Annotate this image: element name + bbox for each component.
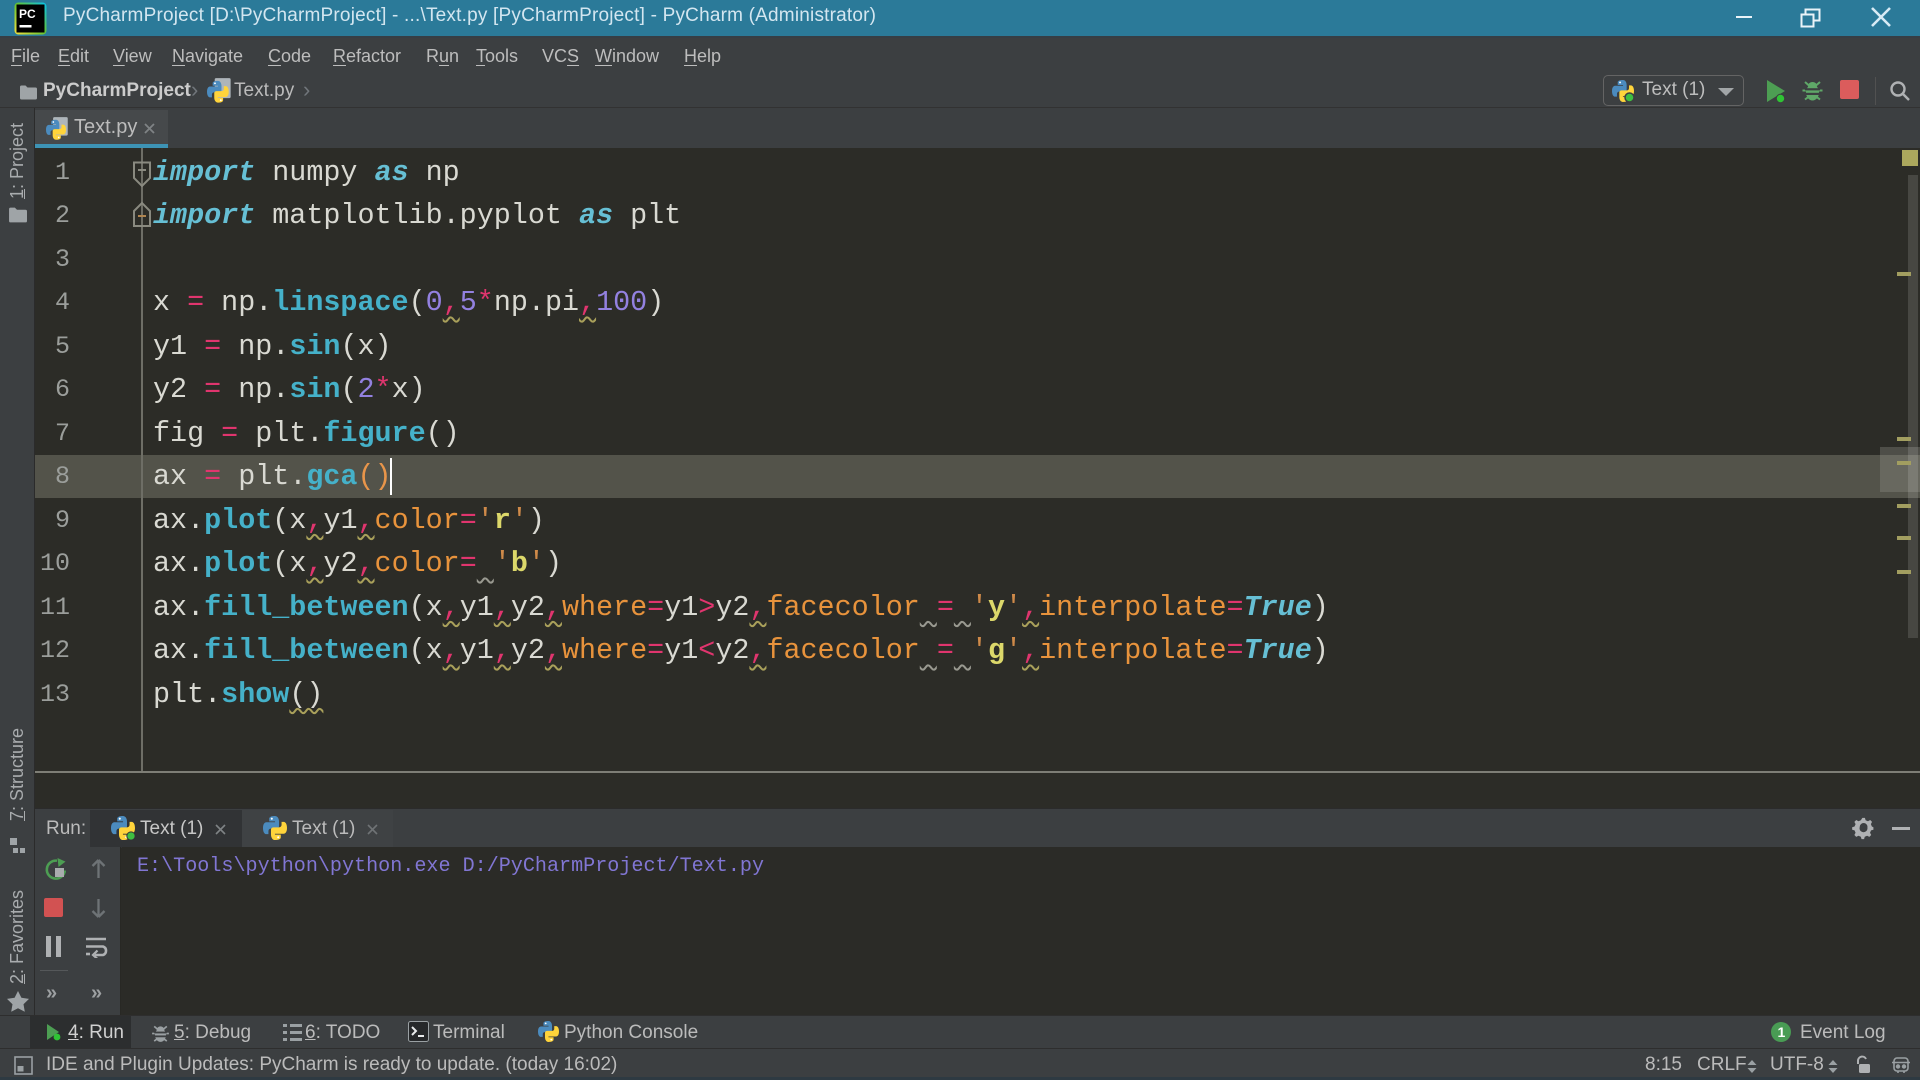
svg-text:PC: PC: [19, 7, 36, 21]
svg-text:1: 1: [1778, 1024, 1786, 1040]
